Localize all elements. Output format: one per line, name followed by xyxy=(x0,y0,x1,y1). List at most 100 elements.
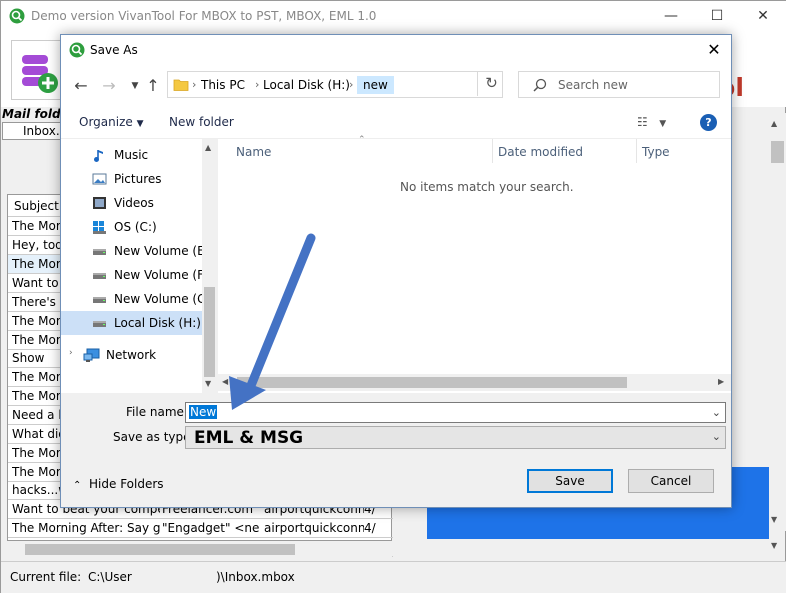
details-view-icon: ☷ xyxy=(637,115,648,129)
refresh-button[interactable]: ↻ xyxy=(477,71,505,96)
drive-icon xyxy=(92,268,107,282)
hide-folders-button[interactable]: ⌃ Hide Folders xyxy=(73,477,164,491)
videos-icon xyxy=(92,196,107,210)
organize-label: Organize xyxy=(79,115,133,129)
nav-item-network[interactable]: Network xyxy=(61,343,202,367)
scroll-up-icon[interactable]: ▲ xyxy=(205,143,211,152)
scroll-thumb[interactable] xyxy=(771,141,784,163)
chevron-down-icon: ▼ xyxy=(659,119,667,129)
nav-item-label: Videos xyxy=(114,196,154,210)
drive-icon xyxy=(92,316,107,330)
nav-item-new-volume-f[interactable]: New Volume (F:) xyxy=(61,263,202,287)
address-bar[interactable]: › This PC › Local Disk (H:) › new ▼ xyxy=(167,71,574,98)
scroll-down-icon[interactable]: ▼ xyxy=(771,515,777,524)
current-file-label: Current file: xyxy=(10,570,82,584)
os-drive-icon xyxy=(92,220,107,234)
table-row[interactable]: The Morning After: Say goo "Engadget" <ne… xyxy=(8,519,393,538)
back-button[interactable]: ← xyxy=(69,75,93,99)
save-as-type-select[interactable]: EML & MSG ⌄ xyxy=(185,426,726,449)
nav-scrollbar[interactable]: ▲ ▼ xyxy=(202,139,217,393)
column-divider[interactable] xyxy=(492,139,493,163)
breadcrumb-this-pc[interactable]: This PC xyxy=(201,78,245,92)
nav-item-label: New Volume (E:) xyxy=(114,244,202,258)
scroll-down-icon[interactable]: ▼ xyxy=(771,541,777,550)
scroll-thumb[interactable] xyxy=(237,377,627,388)
folder-icon xyxy=(173,79,189,91)
scroll-left-icon[interactable]: ◀ xyxy=(222,377,228,386)
grid-horizontal-scrollbar[interactable] xyxy=(7,541,392,558)
add-mailbox-button[interactable] xyxy=(11,40,67,100)
chevron-up-icon: ⌃ xyxy=(73,480,82,491)
chevron-down-icon[interactable]: ⌄ xyxy=(712,406,721,419)
chevron-down-icon: ⌄ xyxy=(711,430,721,443)
scroll-right-icon[interactable]: ▶ xyxy=(718,377,724,386)
save-button[interactable]: Save xyxy=(527,469,613,493)
save-as-type-value: EML & MSG xyxy=(194,428,304,448)
network-icon xyxy=(83,348,100,362)
table-cell: 4/ xyxy=(364,521,376,535)
dialog-close-button[interactable]: ✕ xyxy=(697,35,731,65)
nav-item-new-volume-g[interactable]: New Volume (G:) xyxy=(61,287,202,311)
view-options-button[interactable]: ☷ ▼ xyxy=(637,115,666,129)
close-button[interactable]: ✕ xyxy=(740,1,786,32)
table-cell: airportquickconne xyxy=(264,521,364,535)
hide-folders-label: Hide Folders xyxy=(89,477,164,491)
command-bar: Organize ▼ New folder ☷ ▼ ? xyxy=(61,107,731,139)
save-as-type-label: Save as type: xyxy=(113,430,195,444)
scroll-thumb[interactable] xyxy=(25,544,295,555)
nav-item-music[interactable]: Music xyxy=(61,143,202,167)
nav-item-label: New Volume (G:) xyxy=(114,292,202,306)
scroll-up-icon[interactable]: ▲ xyxy=(771,119,777,128)
empty-message: No items match your search. xyxy=(400,180,574,194)
search-placeholder: Search new xyxy=(558,78,628,92)
search-input[interactable]: Search new xyxy=(518,71,720,98)
dialog-title-bar: Save As ✕ xyxy=(61,35,731,65)
cancel-button[interactable]: Cancel xyxy=(628,469,714,493)
file-horizontal-scrollbar[interactable]: ◀ ▶ xyxy=(218,374,731,391)
scroll-thumb[interactable] xyxy=(204,287,215,377)
nav-item-label: Pictures xyxy=(114,172,162,186)
column-name[interactable]: Name xyxy=(236,145,271,159)
main-window-title: Demo version VivanTool For MBOX to PST, … xyxy=(31,9,377,23)
new-folder-button[interactable]: New folder xyxy=(169,115,234,129)
breadcrumb-new[interactable]: new xyxy=(357,76,394,94)
main-title-bar: Demo version VivanTool For MBOX to PST, … xyxy=(1,1,786,32)
file-name-input[interactable]: New ⌄ xyxy=(185,402,726,423)
nav-item-label: Network xyxy=(106,348,157,362)
drive-icon xyxy=(92,292,107,306)
dialog-title: Save As xyxy=(90,43,138,57)
nav-item-videos[interactable]: Videos xyxy=(61,191,202,215)
maximize-button[interactable]: ☐ xyxy=(694,1,740,32)
pictures-icon xyxy=(92,172,107,186)
nav-item-new-volume-e[interactable]: New Volume (E:) xyxy=(61,239,202,263)
help-button[interactable]: ? xyxy=(700,114,717,131)
minimize-button[interactable]: — xyxy=(648,1,694,32)
forward-button[interactable]: → xyxy=(97,75,121,99)
save-as-dialog: Save As ✕ ← → ▼ ↑ › This PC › Local Disk… xyxy=(60,34,732,508)
nav-item-pictures[interactable]: Pictures xyxy=(61,167,202,191)
column-divider[interactable] xyxy=(636,139,637,163)
up-button[interactable]: ↑ xyxy=(141,75,165,99)
chevron-right-icon[interactable]: › xyxy=(69,348,73,358)
breadcrumb-local-disk[interactable]: Local Disk (H:) xyxy=(263,78,350,92)
music-icon xyxy=(92,148,107,162)
chevron-right-icon[interactable]: › xyxy=(349,78,353,91)
main-vertical-scrollbar[interactable]: ▲ ▼ xyxy=(769,113,786,531)
column-type[interactable]: Type xyxy=(642,145,670,159)
navigation-bar: ← → ▼ ↑ › This PC › Local Disk (H:) › ne… xyxy=(61,65,731,107)
inbox-folder-item[interactable]: Inbox.n xyxy=(2,122,67,140)
current-file-path-end: )\Inbox.mbox xyxy=(216,570,295,584)
organize-button[interactable]: Organize ▼ xyxy=(79,115,144,129)
mail-folder-label: Mail folde xyxy=(2,107,69,121)
nav-item-label: Local Disk (H:) xyxy=(114,316,201,330)
scroll-down-icon[interactable]: ▼ xyxy=(205,379,211,388)
nav-item-local-disk-h[interactable]: Local Disk (H:) xyxy=(61,311,202,335)
nav-item-os-c[interactable]: OS (C:) xyxy=(61,215,202,239)
column-date-modified[interactable]: Date modified xyxy=(498,145,583,159)
app-icon xyxy=(69,42,85,58)
file-name-value: New xyxy=(189,405,218,419)
nav-item-label: New Volume (F:) xyxy=(114,268,202,282)
chevron-right-icon: › xyxy=(192,78,197,91)
chevron-right-icon[interactable]: › xyxy=(255,78,259,91)
search-icon xyxy=(533,78,547,92)
